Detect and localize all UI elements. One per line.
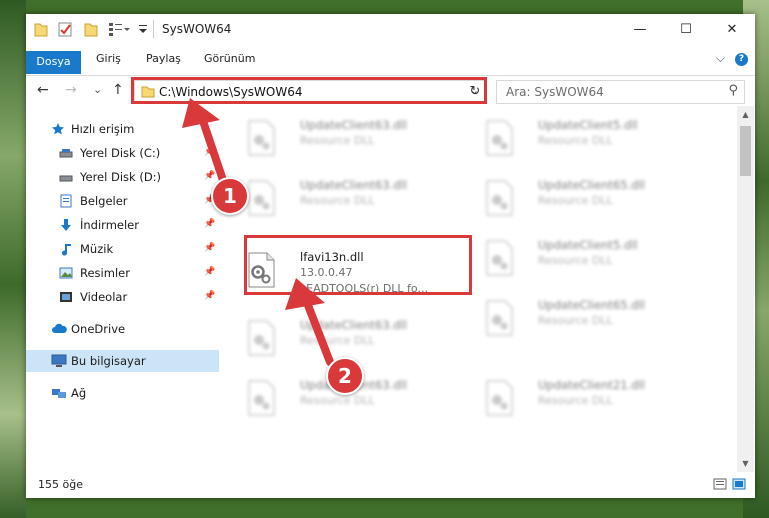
step-badge-1: 1: [211, 177, 249, 215]
annotation-arrows: [182, 98, 334, 366]
arrow-1: [198, 114, 229, 190]
step-badge-2: 2: [326, 357, 364, 395]
arrow-1-head: [182, 98, 220, 128]
arrow-2: [302, 296, 334, 366]
arrow-2-head: [285, 278, 325, 310]
